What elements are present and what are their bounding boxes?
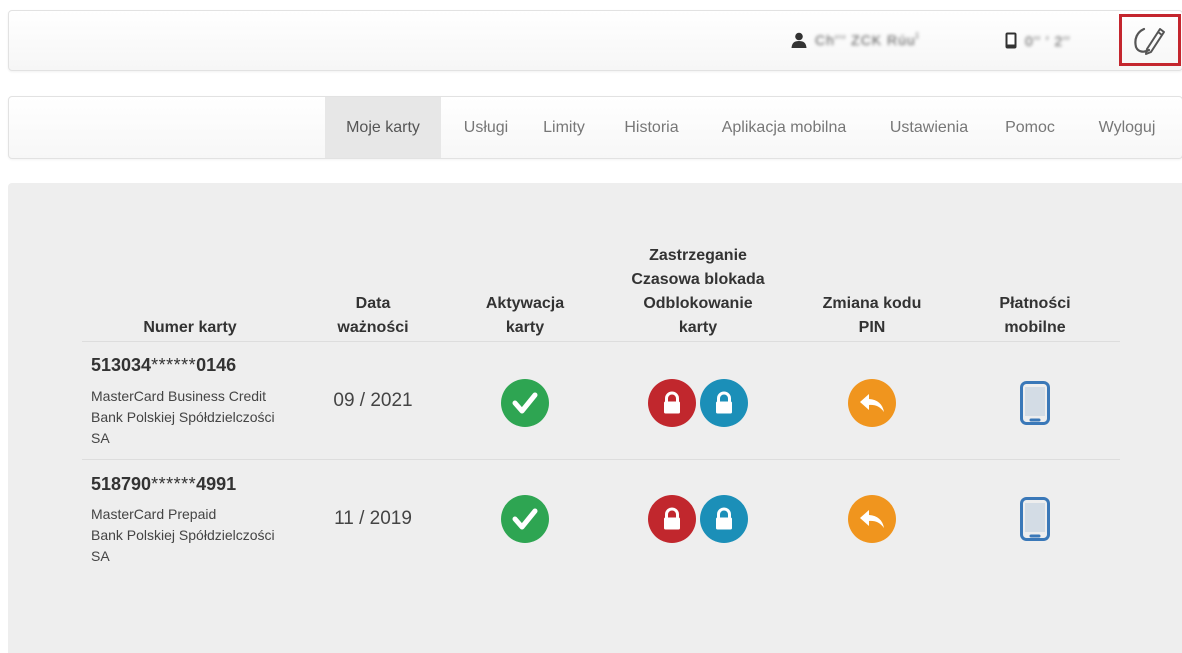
header-activation: Aktywacja karty <box>485 295 565 336</box>
header-card-number: Numer karty <box>143 319 237 336</box>
reply-arrow-icon <box>860 394 884 412</box>
lock-icon <box>664 507 680 530</box>
tab-limity[interactable]: Limity <box>529 97 599 158</box>
pen-logout-icon <box>1134 27 1165 55</box>
header-expiry: Data ważności <box>337 295 409 336</box>
card-description: MasterCard Business Credit Bank Polskiej… <box>91 388 275 446</box>
reply-arrow-icon <box>860 510 884 528</box>
block-card-button[interactable] <box>648 495 696 543</box>
change-pin-button[interactable] <box>848 379 896 427</box>
temporary-block-button[interactable] <box>700 379 748 427</box>
activate-card-button[interactable] <box>501 495 549 543</box>
temporary-block-button[interactable] <box>700 495 748 543</box>
user-name: Ch′’′ ZCK Rúu′́ <box>815 32 920 48</box>
row-divider <box>82 459 1120 460</box>
mobile-payment-icon[interactable] <box>1020 381 1050 425</box>
card-expiry: 11 / 2019 <box>334 508 412 529</box>
tab-moje-karty[interactable]: Moje karty <box>325 97 441 158</box>
user-icon <box>791 32 807 48</box>
tab-aplikacja-mobilna[interactable]: Aplikacja mobilna <box>709 97 859 158</box>
change-pin-button[interactable] <box>848 495 896 543</box>
card-number: 518790******4991 <box>91 474 237 494</box>
mobile-phone-icon <box>1005 32 1017 49</box>
tab-historia[interactable]: Historia <box>609 97 694 158</box>
lock-icon <box>716 507 732 530</box>
tab-ustawienia[interactable]: Ustawienia <box>879 97 979 158</box>
phone-info: 0′′ ′ 2′′ <box>1005 32 1070 49</box>
tab-pomoc[interactable]: Pomoc <box>995 97 1065 158</box>
lock-icon <box>716 391 732 414</box>
mobile-payment-icon[interactable] <box>1020 497 1050 541</box>
header-mobile-payments: Płatności mobilne <box>999 295 1071 336</box>
header-pin-change: Zmiana kodu PIN <box>822 295 922 336</box>
card-description: MasterCard Prepaid Bank Polskiej Spółdzi… <box>91 506 275 564</box>
header-blocking: Zastrzeganie Czasowa blokada Odblokowani… <box>631 247 765 336</box>
tab-wyloguj[interactable]: Wyloguj <box>1087 97 1167 158</box>
header-divider <box>82 341 1120 342</box>
phone-number: 0′′ ′ 2′′ <box>1025 32 1071 49</box>
card-number: 513034******0146 <box>91 355 237 375</box>
checkmark-icon <box>512 508 538 530</box>
card-expiry: 09 / 2021 <box>333 390 413 411</box>
activate-card-button[interactable] <box>501 379 549 427</box>
lock-icon <box>664 391 680 414</box>
checkmark-icon <box>512 392 538 414</box>
main-nav: Moje karty Usługi Limity Historia Aplika… <box>8 96 1182 159</box>
block-card-button[interactable] <box>648 379 696 427</box>
top-bar: Ch′’′ ZCK Rúu′́ 0′′ ′ 2′′ <box>8 10 1182 71</box>
tab-uslugi[interactable]: Usługi <box>446 97 526 158</box>
pen-logout-button[interactable] <box>1119 14 1181 66</box>
user-info: Ch′’′ ZCK Rúu′́ <box>791 32 919 48</box>
